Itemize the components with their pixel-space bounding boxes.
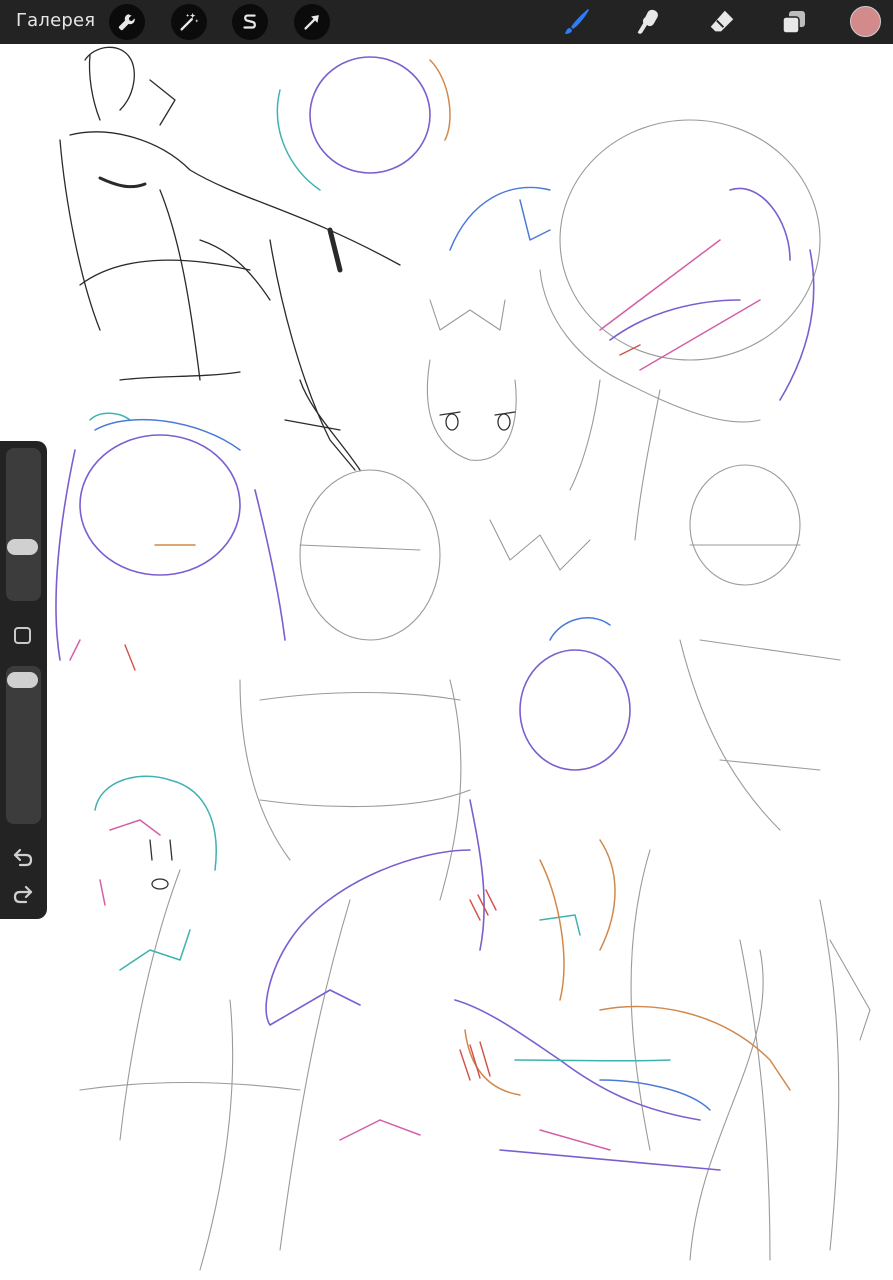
brush-size-thumb[interactable]: [7, 539, 38, 555]
drawing-canvas[interactable]: [0, 44, 893, 1280]
transform-arrow-icon: [304, 15, 319, 30]
transform-button[interactable]: [294, 4, 330, 40]
actions-button[interactable]: [109, 4, 145, 40]
undo-icon[interactable]: [11, 845, 35, 869]
top-toolbar: Галерея: [0, 0, 893, 44]
brush-size-slider[interactable]: [6, 448, 41, 601]
brush-tool-button[interactable]: [558, 4, 594, 40]
selection-icon: [243, 14, 256, 29]
opacity-slider[interactable]: [6, 666, 41, 824]
modify-button[interactable]: [14, 627, 31, 644]
brush-icon: [565, 9, 589, 34]
opacity-thumb[interactable]: [7, 672, 38, 688]
selection-button[interactable]: [232, 4, 268, 40]
color-picker-button[interactable]: [850, 6, 881, 37]
left-sidebar: [0, 441, 47, 919]
wrench-icon: [118, 14, 135, 31]
smudge-icon: [637, 9, 658, 34]
eraser-tool-button[interactable]: [704, 4, 740, 40]
smudge-tool-button[interactable]: [630, 4, 666, 40]
layers-button[interactable]: [776, 4, 812, 40]
adjustments-button[interactable]: [171, 4, 207, 40]
layers-icon: [782, 11, 805, 34]
redo-icon[interactable]: [11, 882, 35, 906]
gallery-button[interactable]: Галерея: [16, 10, 95, 31]
magic-wand-icon: [180, 12, 199, 31]
eraser-icon: [710, 10, 734, 32]
